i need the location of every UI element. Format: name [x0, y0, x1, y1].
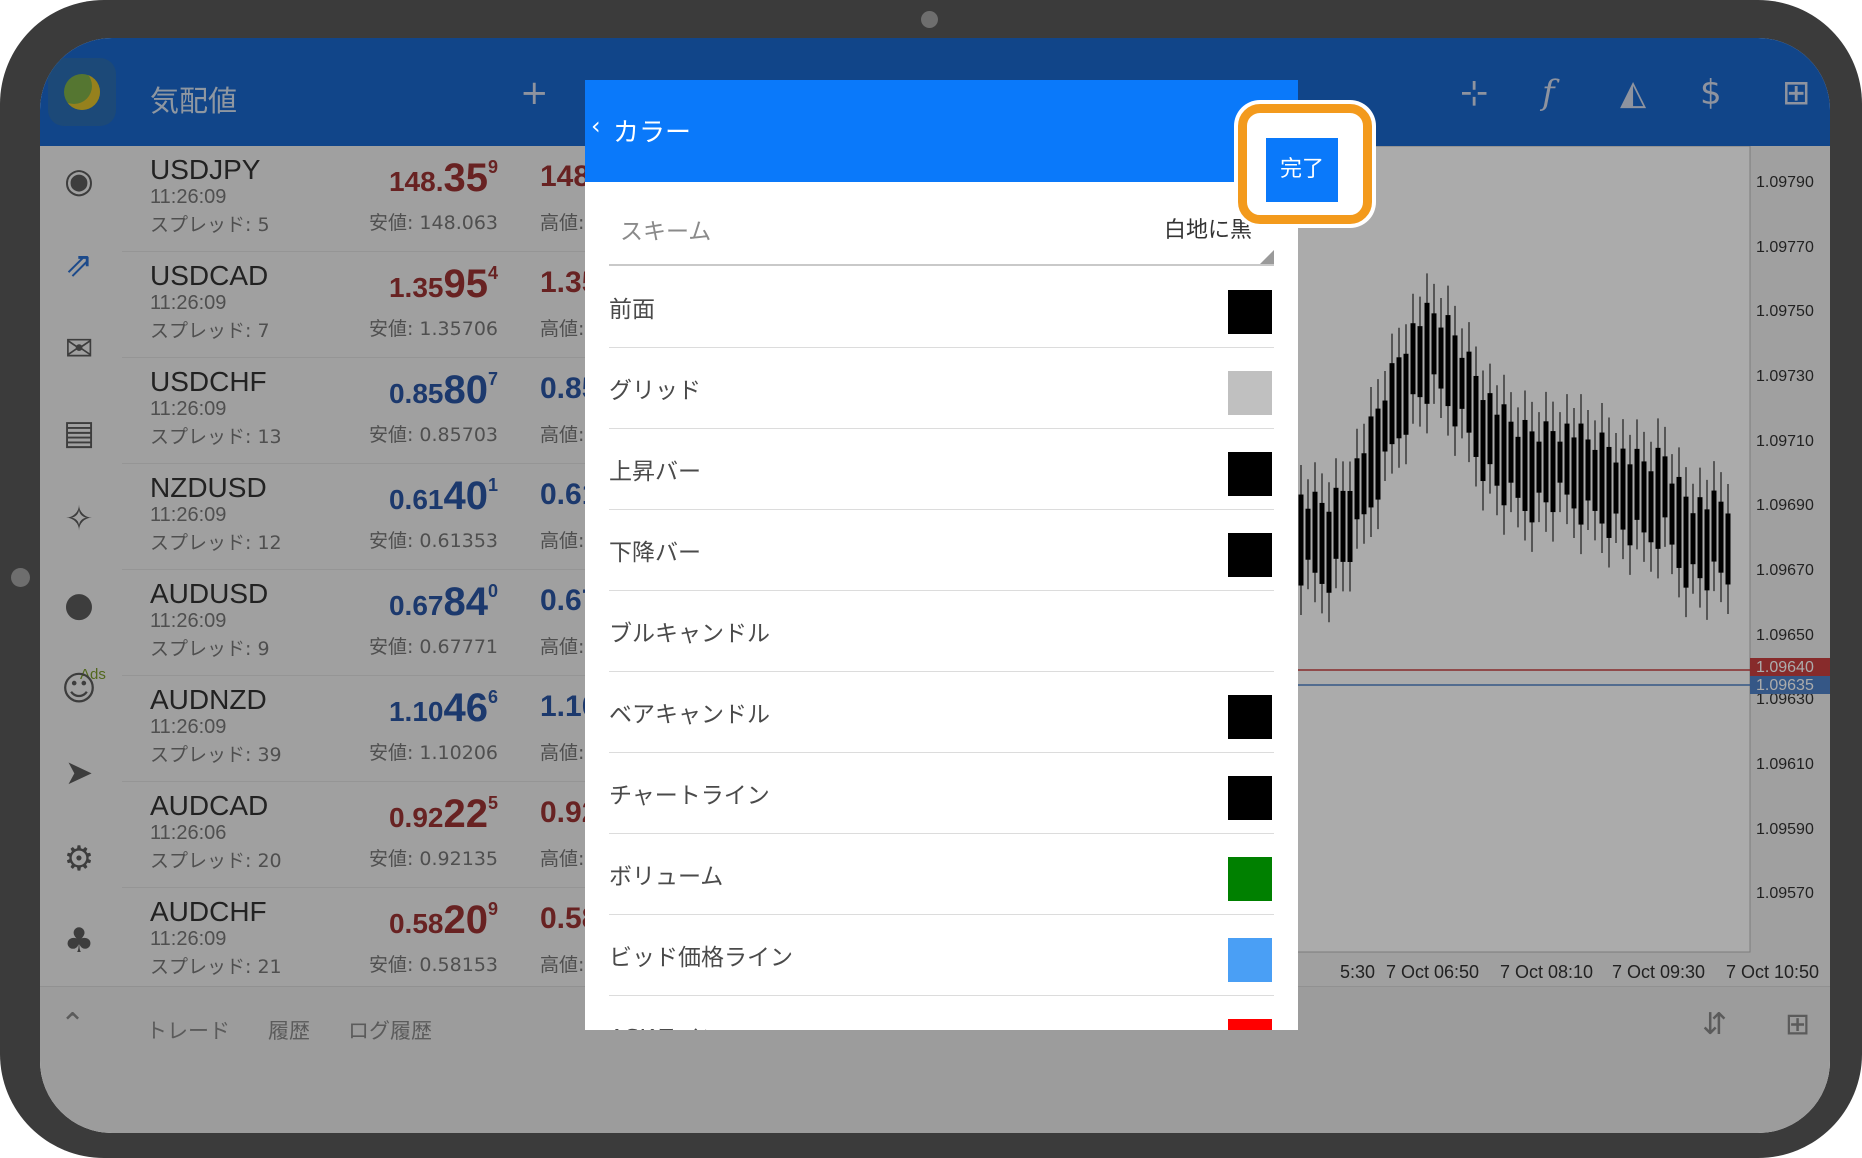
color-item-label: ベアキャンドル — [609, 702, 770, 728]
scheme-value: 白地に黒 — [1163, 218, 1252, 243]
color-item-bar-down[interactable]: 下降バー — [609, 509, 1274, 591]
dropdown-triangle-icon — [1260, 250, 1274, 264]
color-item-label: 下降バー — [609, 540, 701, 566]
color-item-label: チャートライン — [609, 783, 770, 809]
color-item-foreground[interactable]: 前面 — [609, 266, 1274, 348]
color-swatch[interactable] — [1228, 938, 1272, 982]
camera-dot — [921, 11, 938, 28]
color-item-label: ボリューム — [609, 864, 724, 890]
color-item-volume[interactable]: ボリューム — [609, 833, 1274, 915]
color-item-bid-line[interactable]: ビッド価格ライン — [609, 914, 1274, 996]
color-swatch[interactable] — [1228, 533, 1272, 577]
color-item-label: ブルキャンドル — [609, 621, 770, 647]
color-item-label: ASKライン — [609, 1019, 723, 1030]
color-swatch[interactable] — [1228, 776, 1272, 820]
scheme-label: スキーム — [620, 219, 712, 245]
color-swatch[interactable] — [1228, 290, 1272, 334]
color-item-bar-up[interactable]: 上昇バー — [609, 428, 1274, 510]
color-swatch[interactable] — [1228, 857, 1272, 901]
color-item-label: ビッド価格ライン — [609, 945, 793, 971]
color-item-chart-line[interactable]: チャートライン — [609, 752, 1274, 834]
color-item-bull-candle[interactable]: ブルキャンドル — [609, 590, 1274, 672]
back-chevron-icon[interactable]: ‹ — [591, 112, 601, 140]
dialog-title: カラー — [613, 118, 692, 148]
color-dialog: ‹ カラー スキーム 白地に黒 前面 グリッド 上昇バー 下降バー ブルキャンド… — [585, 80, 1298, 1030]
tablet-frame: 気配値 + ⊹ f ◭ $ ⊞ ◉ ⇗ ✉ ▤ ✧ Ads ● ☺ ➤ ⚙ ♣ … — [0, 0, 1862, 1158]
side-button — [11, 568, 30, 587]
color-swatch[interactable] — [1228, 614, 1272, 658]
scheme-dropdown[interactable]: スキーム 白地に黒 — [609, 182, 1274, 266]
color-swatch[interactable] — [1228, 371, 1272, 415]
color-item-ask-line[interactable]: ASKライン — [609, 995, 1274, 1030]
color-item-bear-candle[interactable]: ベアキャンドル — [609, 671, 1274, 753]
color-swatch[interactable] — [1228, 695, 1272, 739]
color-item-grid[interactable]: グリッド — [609, 347, 1274, 429]
done-button[interactable]: 完了 — [1266, 138, 1338, 202]
color-item-label: グリッド — [609, 378, 701, 404]
color-swatch[interactable] — [1228, 452, 1272, 496]
color-item-label: 上昇バー — [609, 459, 701, 485]
color-item-label: 前面 — [609, 297, 655, 323]
screen: 気配値 + ⊹ f ◭ $ ⊞ ◉ ⇗ ✉ ▤ ✧ Ads ● ☺ ➤ ⚙ ♣ … — [40, 38, 1830, 1133]
color-swatch[interactable] — [1228, 1019, 1272, 1030]
dialog-header: ‹ カラー — [585, 80, 1298, 182]
